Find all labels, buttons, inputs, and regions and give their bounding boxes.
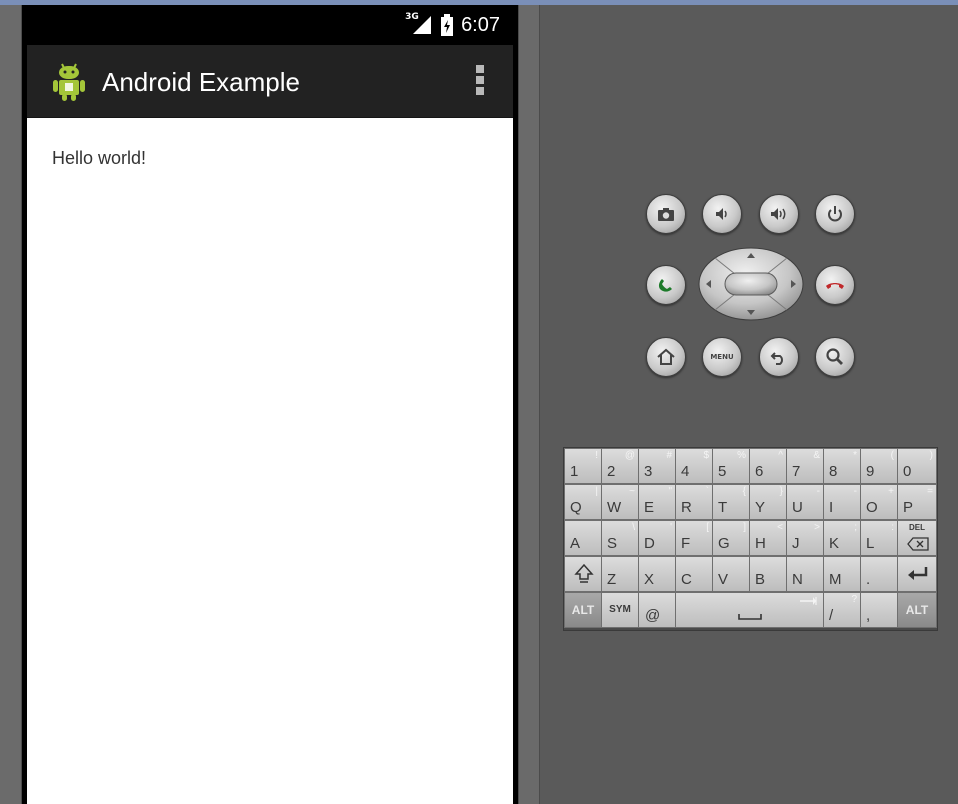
key-i[interactable]: I- — [823, 484, 861, 520]
camera-button[interactable] — [646, 194, 686, 234]
back-button[interactable] — [759, 337, 799, 377]
key-r[interactable]: R ` — [675, 484, 713, 520]
key-u[interactable]: U- — [786, 484, 824, 520]
key-s[interactable]: S \ — [601, 520, 639, 556]
app-title: Android Example — [102, 67, 300, 97]
key-comma[interactable]: , — [860, 592, 898, 628]
menu-button[interactable]: MENU — [702, 337, 742, 377]
key-3[interactable]: 3 # — [638, 448, 676, 484]
call-button[interactable] — [646, 265, 686, 305]
backspace-icon — [907, 537, 929, 551]
power-button[interactable] — [815, 194, 855, 234]
shift-icon — [574, 563, 594, 583]
key-period[interactable]: . — [860, 556, 898, 592]
call-icon — [658, 279, 672, 292]
skin-divider — [518, 5, 540, 804]
key-sym[interactable]: SYM — [601, 592, 639, 628]
volume-down-button[interactable] — [702, 194, 742, 234]
action-bar: Android Example — [27, 45, 513, 118]
hardware-keyboard: 1! 2 @ 3 # 4 $ 5% 6 ^ 7 & 8 * 9( 0) Q | W ~ E " R… — [563, 447, 938, 631]
key-z[interactable]: Z — [601, 556, 639, 592]
key-f[interactable]: F[ — [675, 520, 713, 556]
home-icon — [657, 348, 675, 365]
key-h[interactable]: H < — [749, 520, 787, 556]
device-left-bezel — [0, 5, 22, 804]
key-slash[interactable]: /? — [823, 592, 861, 628]
device-screen: 3G 6:07 Android Example Hello world! — [22, 5, 518, 804]
key-q[interactable]: Q | — [564, 484, 602, 520]
key-alt-left[interactable]: ALT — [564, 592, 602, 628]
dpad[interactable] — [697, 246, 805, 322]
camera-icon — [658, 208, 674, 221]
key-8[interactable]: 8 * — [823, 448, 861, 484]
hello-text: Hello world! — [52, 148, 147, 168]
battery-icon — [441, 14, 454, 36]
key-b[interactable]: B — [749, 556, 787, 592]
key-c[interactable]: C — [675, 556, 713, 592]
status-time: 6:07 — [461, 13, 500, 36]
key-4[interactable]: 4 $ — [675, 448, 713, 484]
enter-icon — [908, 567, 928, 580]
key-v[interactable]: V — [712, 556, 750, 592]
network-type-label: 3G — [405, 12, 419, 22]
tab-icon — [800, 597, 817, 605]
key-p[interactable]: P = — [897, 484, 937, 520]
key-6[interactable]: 6 ^ — [749, 448, 787, 484]
key-w[interactable]: W ~ — [601, 484, 639, 520]
search-button[interactable] — [815, 337, 855, 377]
menu-icon: MENU — [710, 353, 734, 361]
key-e[interactable]: E " — [638, 484, 676, 520]
status-icons: 3G 6:07 — [405, 12, 500, 37]
key-j[interactable]: J > — [786, 520, 824, 556]
key-enter[interactable] — [897, 556, 937, 592]
key-alt-right[interactable]: ALT — [897, 592, 937, 628]
key-shift[interactable] — [564, 556, 602, 592]
power-icon — [828, 206, 842, 222]
key-g[interactable]: G] — [712, 520, 750, 556]
key-space[interactable] — [675, 592, 824, 628]
key-d[interactable]: D ' — [638, 520, 676, 556]
back-icon — [770, 352, 783, 365]
end-call-icon — [826, 283, 844, 289]
key-t[interactable]: T{ — [712, 484, 750, 520]
key-n[interactable]: N — [786, 556, 824, 592]
volume-up-button[interactable] — [759, 194, 799, 234]
key-7[interactable]: 7 & — [786, 448, 824, 484]
end-call-button[interactable] — [815, 265, 855, 305]
key-0[interactable]: 0) — [897, 448, 937, 484]
key-1[interactable]: 1! — [564, 448, 602, 484]
key-at[interactable]: @ — [638, 592, 676, 628]
delete-label: DEL — [909, 523, 925, 532]
main-content: Hello world! — [27, 118, 513, 804]
android-app-icon — [53, 63, 85, 101]
space-icon — [738, 614, 762, 620]
key-l[interactable]: L: — [860, 520, 898, 556]
key-y[interactable]: Y} — [749, 484, 787, 520]
key-2[interactable]: 2 @ — [601, 448, 639, 484]
search-icon — [826, 348, 843, 365]
overflow-menu-icon[interactable] — [475, 65, 485, 99]
status-bar: 3G 6:07 — [22, 5, 518, 45]
key-o[interactable]: O + — [860, 484, 898, 520]
volume-down-icon — [716, 208, 727, 220]
key-x[interactable]: X — [638, 556, 676, 592]
key-5[interactable]: 5% — [712, 448, 750, 484]
volume-up-icon — [771, 208, 786, 220]
key-a[interactable]: A — [564, 520, 602, 556]
key-9[interactable]: 9( — [860, 448, 898, 484]
key-k[interactable]: K; — [823, 520, 861, 556]
key-m[interactable]: M — [823, 556, 861, 592]
signal-icon: 3G — [405, 12, 433, 36]
home-button[interactable] — [646, 337, 686, 377]
key-delete[interactable]: DEL — [897, 520, 937, 556]
